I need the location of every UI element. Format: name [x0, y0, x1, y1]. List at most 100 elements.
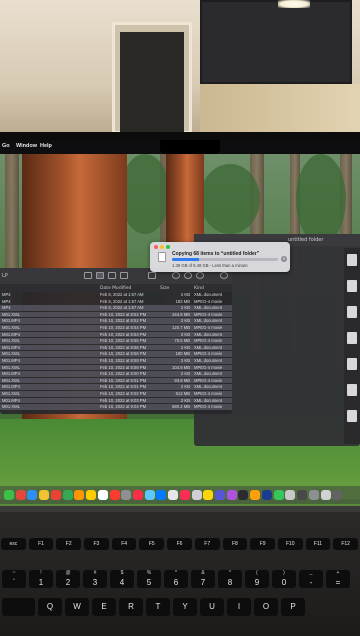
key-y[interactable]: Y	[173, 598, 197, 616]
key-number[interactable]: & 7	[191, 570, 215, 588]
more-icon[interactable]	[196, 272, 204, 279]
dock-app-icon[interactable]	[238, 490, 249, 500]
list-view-icon[interactable]	[96, 272, 104, 279]
key-f8[interactable]: F8	[222, 538, 248, 550]
key-number[interactable]: ) 0	[272, 570, 296, 588]
search-icon[interactable]	[220, 272, 228, 279]
column-view-icon[interactable]	[108, 272, 116, 279]
key-number[interactable]: $4	[110, 570, 134, 588]
key-w[interactable]: W	[65, 598, 89, 616]
close-window-icon[interactable]	[154, 245, 158, 249]
file-row[interactable]: M01.MP4 Feb 10, 2022 at 8:52 PM 2 KB XML do…	[0, 318, 232, 324]
menu-go[interactable]: Go	[2, 143, 10, 149]
key-number[interactable]: + =	[326, 570, 350, 588]
gallery-view-icon[interactable]	[120, 272, 128, 279]
dock-app-icon[interactable]	[285, 490, 296, 500]
dock-app-icon[interactable]	[39, 490, 50, 500]
dock-app-icon[interactable]	[168, 490, 179, 500]
dock-app-icon[interactable]	[109, 490, 120, 500]
file-row[interactable]: MP4 Feb 8, 2022 at 1:57 AM 2 KB XML documen…	[0, 305, 232, 311]
file-thumbnail[interactable]	[347, 332, 357, 344]
key-f2[interactable]: F2	[56, 538, 82, 550]
cancel-copy-icon[interactable]: ×	[281, 256, 287, 262]
file-row[interactable]: M01.XML Feb 10, 2022 at 8:55 PM 75.5 MB MPE…	[0, 338, 232, 344]
key-o[interactable]: O	[254, 598, 278, 616]
key-f11[interactable]: F11	[305, 538, 331, 550]
dock-app-icon[interactable]	[27, 490, 38, 500]
file-thumbnail[interactable]	[347, 280, 357, 292]
key-f4[interactable]: F4	[111, 538, 137, 550]
dock-app-icon[interactable]	[97, 490, 108, 500]
key-number[interactable]: * 8	[218, 570, 242, 588]
dock-app-icon[interactable]	[261, 490, 272, 500]
file-thumbnail[interactable]	[347, 410, 357, 422]
dock-app-icon[interactable]	[215, 490, 226, 500]
key-number[interactable]: ^ 6	[164, 570, 188, 588]
dock-app-icon[interactable]	[297, 490, 308, 500]
col-size[interactable]: Size	[160, 286, 169, 291]
key-q[interactable]: Q	[38, 598, 62, 616]
dock-app-icon[interactable]	[250, 490, 261, 500]
file-row[interactable]: M01.MP4 Feb 10, 2022 at 9:03 PM 2 KB XML do…	[0, 397, 232, 404]
dock-app-icon[interactable]	[62, 490, 73, 500]
key-e[interactable]: E	[92, 598, 116, 616]
file-thumbnail[interactable]	[347, 306, 357, 318]
file-row[interactable]: MP4 Feb 8, 2022 at 1:57 AM 183 MB MPEG-4 mo…	[0, 299, 232, 305]
file-row[interactable]: M01.XML Feb 10, 2022 at 8:59 PM 104.9 MB MP…	[0, 364, 232, 371]
key-number[interactable]: (9	[245, 570, 269, 588]
col-date-modified[interactable]: Date Modified	[100, 286, 131, 291]
menu-help[interactable]: Help	[40, 143, 52, 149]
zoom-window-icon[interactable]	[166, 245, 170, 249]
dock-app-icon[interactable]	[4, 490, 14, 500]
file-row[interactable]: M01.XML Feb 10, 2022 at 8:54 PM 120.7 MB MP…	[0, 325, 232, 331]
dock-app-icon[interactable]	[179, 490, 190, 500]
file-row[interactable]: M01.MP4 Feb 10, 2022 at 9:00 PM 2 KB XML do…	[0, 371, 232, 377]
key-number[interactable]: ~ `	[2, 570, 26, 588]
key-esc[interactable]: esc	[1, 538, 26, 550]
key-f5[interactable]: F5	[139, 538, 165, 550]
dock-app-icon[interactable]	[203, 490, 214, 500]
key-number[interactable]: % 5	[137, 570, 161, 588]
file-thumbnail[interactable]	[347, 358, 357, 370]
key-number[interactable]: _ -	[299, 570, 323, 588]
key-f7[interactable]: F7	[194, 538, 220, 550]
file-row[interactable]: M01.XML Feb 10, 2022 at 8:56 PM 180 MB MPEG…	[0, 351, 232, 357]
key-f10[interactable]: F10	[277, 538, 303, 550]
file-thumbnail[interactable]	[347, 384, 357, 396]
key-number[interactable]: ! 1	[29, 570, 53, 588]
icon-view-icon[interactable]	[84, 272, 92, 279]
file-row[interactable]: M01.XML Feb 10, 2022 at 9:04 PM 580.2 MB MP…	[0, 404, 232, 410]
dock-app-icon[interactable]	[320, 490, 331, 500]
group-icon[interactable]	[148, 272, 156, 279]
dock-app-icon[interactable]	[332, 490, 343, 500]
file-row[interactable]: M01.MP4 Feb 10, 2022 at 8:56 PM 2 KB XML do…	[0, 344, 232, 351]
key-r[interactable]: R	[119, 598, 143, 616]
dock-app-icon[interactable]	[191, 490, 202, 500]
menu-window[interactable]: Window	[16, 143, 37, 149]
key-i[interactable]: I	[227, 598, 251, 616]
share-icon[interactable]	[172, 272, 180, 279]
key-number[interactable]: @2	[56, 570, 80, 588]
key-f6[interactable]: F6	[167, 538, 192, 550]
key-p[interactable]: P	[281, 598, 305, 616]
dock-app-icon[interactable]	[132, 490, 143, 500]
file-row[interactable]: M01.XML Feb 10, 2022 at 8:52 PM 344.9 MB MP…	[0, 311, 232, 318]
dock-app-icon[interactable]	[86, 490, 97, 500]
file-row[interactable]: M01.XML Feb 10, 2022 at 9:02 PM 513 MB MPEG…	[0, 391, 232, 397]
minimize-window-icon[interactable]	[160, 245, 164, 249]
dock-app-icon[interactable]	[226, 490, 237, 500]
key-number[interactable]: #3	[83, 570, 107, 588]
dock-app-icon[interactable]	[15, 490, 26, 500]
tag-icon[interactable]	[184, 272, 192, 279]
key-t[interactable]: T	[146, 598, 170, 616]
file-thumbnail[interactable]	[347, 254, 357, 266]
file-row[interactable]: M01.MP4 Feb 10, 2022 at 8:54 PM 2 KB XML do…	[0, 331, 232, 338]
key-f12[interactable]: F12	[333, 538, 358, 550]
dock-app-icon[interactable]	[308, 490, 319, 500]
file-row[interactable]: M01.XML Feb 10, 2022 at 9:01 PM 93.8 MB MPE…	[0, 377, 232, 384]
file-row[interactable]: MP4 Feb 8, 2022 at 1:57 AM 2 KB XML documen…	[0, 292, 232, 298]
key-f1[interactable]: F1	[28, 538, 54, 550]
dock-app-icon[interactable]	[273, 490, 284, 500]
col-kind[interactable]: Kind	[194, 286, 204, 291]
dock-app-icon[interactable]	[74, 490, 85, 500]
